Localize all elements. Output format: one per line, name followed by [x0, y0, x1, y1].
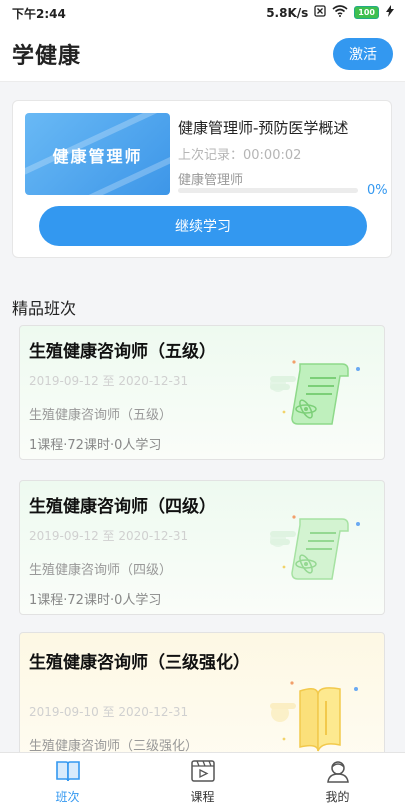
class-title: 生殖健康咨询师（四级） [29, 497, 216, 517]
battery-icon: 100 [354, 6, 379, 19]
tab-label: 班次 [55, 789, 80, 804]
class-subtitle: 生殖健康咨询师（五级） [29, 408, 173, 423]
user-icon [325, 759, 351, 786]
progress-percent: 0% [367, 183, 388, 198]
tab-mine[interactable]: 我的 [270, 753, 405, 810]
app-header: 学健康 激活 [0, 26, 405, 82]
class-meta: 1课程·72课时·0人学习 [29, 438, 162, 453]
tab-label: 我的 [325, 789, 350, 804]
book-icon [55, 759, 81, 786]
progress-bar [178, 188, 358, 193]
sim-off-icon [314, 5, 326, 20]
video-icon [190, 759, 216, 786]
bottom-tab-bar: 班次 课程 我的 [0, 752, 405, 810]
tab-courses[interactable]: 课程 [135, 753, 270, 810]
last-record: 上次记录：00:00:02 [178, 148, 302, 163]
class-subtitle: 生殖健康咨询师（四级） [29, 563, 173, 578]
cover-title: 健康管理师 [52, 147, 143, 166]
course-cover[interactable]: 健康管理师 [25, 113, 170, 195]
tab-classes[interactable]: 班次 [0, 753, 135, 810]
status-bar: 下午2:44 5.8K/s 100 [0, 0, 405, 26]
class-dates: 2019-09-12 至 2020-12-31 [29, 529, 189, 543]
class-title: 生殖健康咨询师（五级） [29, 342, 216, 362]
activate-button[interactable]: 激活 [333, 38, 393, 70]
class-card[interactable]: 生殖健康咨询师（三级强化） 2019-09-10 至 2020-12-31 生殖… [19, 632, 385, 772]
wifi-icon [332, 5, 348, 20]
network-speed: 5.8K/s [266, 5, 309, 20]
class-dates: 2019-09-12 至 2020-12-31 [29, 374, 189, 388]
status-time: 下午2:44 [12, 7, 66, 21]
scroll-atom-icon [270, 509, 360, 589]
tab-label: 课程 [190, 789, 215, 804]
book-illustration-icon [270, 677, 360, 757]
continue-study-button[interactable]: 继续学习 [39, 206, 367, 246]
course-category: 健康管理师 [178, 173, 244, 188]
class-dates: 2019-09-10 至 2020-12-31 [29, 705, 189, 719]
recent-study-card[interactable]: 健康管理师 健康管理师-预防医学概述 上次记录：00:00:02 健康管理师 0… [12, 100, 392, 258]
class-title: 生殖健康咨询师（三级强化） [29, 653, 250, 673]
status-icons: 5.8K/s 100 [266, 5, 395, 20]
class-meta: 1课程·72课时·0人学习 [29, 593, 162, 608]
course-name: 健康管理师-预防医学概述 [178, 119, 349, 137]
section-title: 精品班次 [12, 299, 77, 318]
scroll-atom-icon [270, 354, 360, 434]
class-card[interactable]: 生殖健康咨询师（五级） 2019-09-12 至 2020-12-31 生殖健康… [19, 325, 385, 460]
class-card[interactable]: 生殖健康咨询师（四级） 2019-09-12 至 2020-12-31 生殖健康… [19, 480, 385, 615]
charging-icon [385, 5, 395, 20]
page-title: 学健康 [12, 44, 82, 69]
